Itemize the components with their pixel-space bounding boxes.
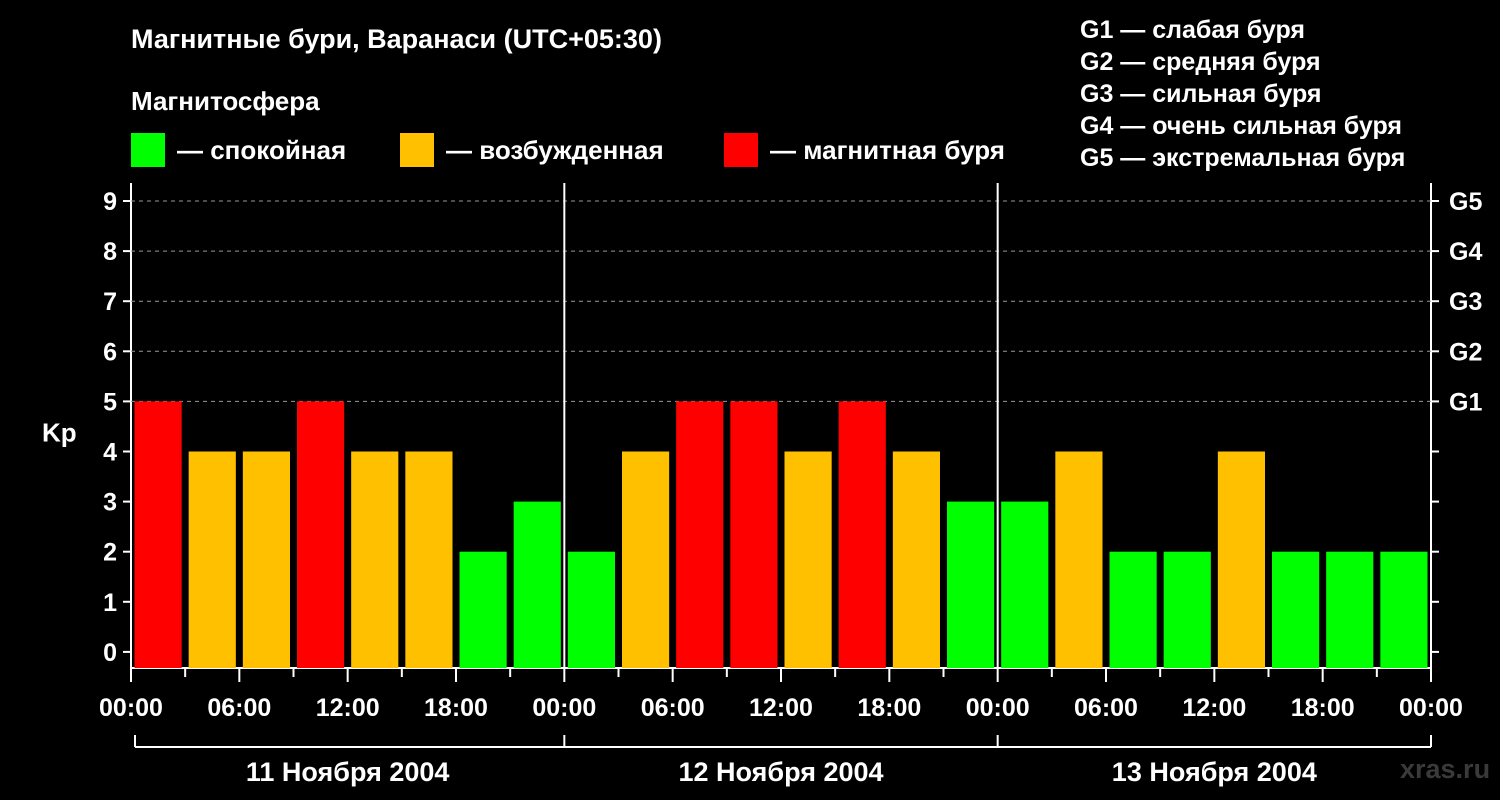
kp-bar xyxy=(1380,551,1428,668)
kp-bar xyxy=(513,501,561,668)
x-tick-label: 18:00 xyxy=(424,694,488,722)
x-tick-label: 06:00 xyxy=(1074,694,1138,722)
day-label: 11 Ноября 2004 xyxy=(246,757,450,787)
kp-bar xyxy=(351,451,399,668)
watermark: xras.ru xyxy=(1400,754,1491,784)
x-tick-label: 18:00 xyxy=(1291,694,1355,722)
y-axis-title: Kp xyxy=(42,417,77,447)
kp-bar xyxy=(947,501,995,668)
y-tick-label: 4 xyxy=(103,439,117,467)
kp-bar xyxy=(1163,551,1211,668)
g-axis-label: G4 xyxy=(1449,238,1482,266)
kp-bar xyxy=(892,451,940,668)
x-tick-label: 12:00 xyxy=(316,694,380,722)
x-tick-label: 06:00 xyxy=(207,694,271,722)
kp-bar xyxy=(1217,451,1265,668)
y-tick-label: 1 xyxy=(103,589,117,617)
day-label: 12 Ноября 2004 xyxy=(678,757,883,787)
kp-bar xyxy=(1055,451,1103,668)
kp-bar xyxy=(1109,551,1157,668)
y-tick-label: 7 xyxy=(103,288,117,316)
y-tick-label: 5 xyxy=(103,388,117,416)
x-tick-label: 18:00 xyxy=(857,694,921,722)
kp-bar xyxy=(459,551,507,668)
x-tick-label: 00:00 xyxy=(532,694,596,722)
y-tick-label: 8 xyxy=(103,238,117,266)
kp-bar xyxy=(730,401,778,668)
y-tick-label: 6 xyxy=(103,338,117,366)
kp-bar xyxy=(297,401,345,668)
kp-bar xyxy=(567,551,615,668)
x-tick-label: 12:00 xyxy=(749,694,813,722)
kp-bar xyxy=(1326,551,1374,668)
kp-bar xyxy=(676,401,724,668)
kp-bar xyxy=(622,451,670,668)
x-tick-label: 12:00 xyxy=(1182,694,1246,722)
y-tick-label: 3 xyxy=(103,489,117,517)
kp-bar xyxy=(784,451,832,668)
kp-bar xyxy=(838,401,886,668)
kp-bar xyxy=(134,401,182,668)
kp-bar xyxy=(188,451,236,668)
x-tick-label: 00:00 xyxy=(99,694,163,722)
y-tick-label: 9 xyxy=(103,188,117,216)
kp-bar-chart: 0 1 2 3 4 5 6 7 8 9 G1 G2 G3 G4 G5 Kp 00:00 06:00 12:00 18:… xyxy=(42,183,1482,787)
kp-bar xyxy=(1001,501,1049,668)
kp-bar xyxy=(405,451,453,668)
g-axis-label: G2 xyxy=(1449,338,1482,366)
x-tick-label: 00:00 xyxy=(966,694,1030,722)
x-tick-label: 00:00 xyxy=(1399,694,1463,722)
kp-bar xyxy=(1272,551,1320,668)
y-tick-label: 2 xyxy=(103,539,117,567)
g-axis-label: G1 xyxy=(1449,388,1482,416)
g-axis-label: G3 xyxy=(1449,288,1482,316)
day-label: 13 Ноября 2004 xyxy=(1112,757,1317,787)
x-tick-label: 06:00 xyxy=(641,694,705,722)
y-tick-label: 0 xyxy=(103,639,117,667)
g-axis-label: G5 xyxy=(1449,188,1482,216)
kp-bar xyxy=(242,451,290,668)
